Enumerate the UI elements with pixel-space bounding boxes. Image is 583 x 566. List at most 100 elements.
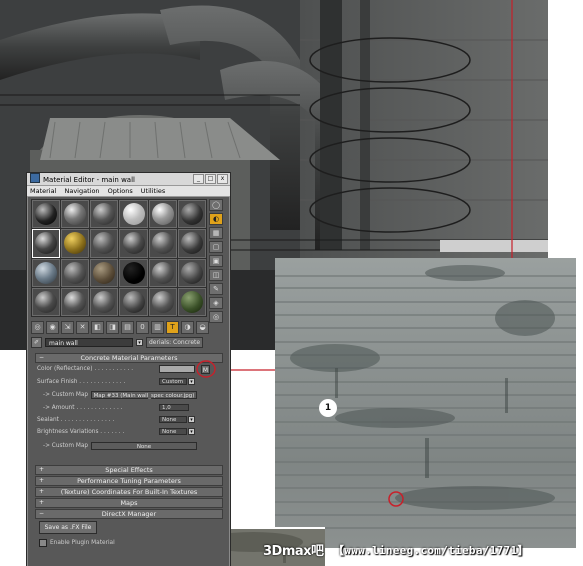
rollout-special-effects[interactable]: + Special Effects — [35, 465, 223, 475]
material-sphere — [35, 290, 58, 313]
rollout-title: Maps — [120, 499, 138, 507]
concrete-texture-art — [275, 258, 576, 548]
surface-finish-select[interactable]: Custom — [159, 378, 187, 385]
bottom-toolbar: ◎ ◉ ⇲ ✕ ◧ ◨ ▤ 0 ▥ T ◑ ◒ — [31, 320, 225, 334]
concrete-params-panel: Color (Reflectance) . . . . . . . . . . … — [35, 360, 221, 459]
material-slot[interactable] — [148, 287, 177, 316]
material-sphere — [122, 290, 145, 313]
rollout-title: (Texture) Coordinates For Built-In Textu… — [60, 488, 198, 496]
material-slot[interactable] — [61, 229, 90, 258]
material-sphere — [151, 261, 174, 284]
material-slot[interactable] — [90, 287, 119, 316]
custom-map-button[interactable]: Map #33 (Main wall_spec colour.jpg) — [91, 391, 197, 399]
material-name-dropdown-icon[interactable]: ▾ — [136, 339, 143, 346]
material-sphere — [35, 203, 58, 226]
get-material-icon[interactable]: ◎ — [31, 320, 44, 334]
material-slot[interactable] — [148, 200, 177, 229]
material-slot[interactable] — [61, 287, 90, 316]
sample-type-icon[interactable]: ◯ — [209, 199, 223, 211]
rollout-maps[interactable]: + Maps — [35, 498, 223, 508]
plugin-label: Enable Plugin Material — [50, 540, 115, 546]
put-material-icon[interactable]: ◉ — [46, 320, 59, 334]
rollout-title: Special Effects — [105, 466, 153, 474]
material-slot[interactable] — [119, 258, 148, 287]
assign-material-icon[interactable]: ⇲ — [61, 320, 74, 334]
material-id-icon[interactable]: 0 — [136, 320, 149, 334]
options-icon[interactable]: ✎ — [209, 283, 223, 295]
put-library-icon[interactable]: ▤ — [121, 320, 134, 334]
custom-map2-button[interactable]: None — [91, 442, 197, 450]
side-toolbar: ◯ ◐ ▦ ▢ ▣ ◫ ✎ ◈ ◎ — [209, 199, 223, 323]
material-type-button[interactable]: derials: Concrete — [146, 337, 204, 348]
sealant-label: Sealant . . . . . . . . . . . . . . . — [37, 417, 115, 423]
title-bar[interactable]: Material Editor - main wall _ □ x — [27, 173, 230, 186]
eyedropper-icon[interactable]: ✐ — [31, 337, 42, 348]
material-sphere — [93, 203, 116, 226]
menu-options[interactable]: Options — [108, 187, 133, 195]
backlight-icon[interactable]: ◐ — [209, 213, 223, 225]
material-sphere — [151, 232, 174, 255]
material-slot[interactable] — [32, 229, 61, 258]
material-sphere — [151, 203, 174, 226]
sealant-dropdown-icon[interactable]: ▾ — [188, 416, 195, 423]
video-check-icon[interactable]: ▣ — [209, 255, 223, 267]
material-slot[interactable] — [61, 200, 90, 229]
expand-icon: + — [39, 488, 45, 495]
uv-tiling-icon[interactable]: ▢ — [209, 241, 223, 253]
maximize-button[interactable]: □ — [205, 174, 216, 184]
go-to-parent-icon[interactable]: ◑ — [181, 320, 194, 334]
material-slot[interactable] — [177, 287, 206, 316]
reset-map-icon[interactable]: ✕ — [76, 320, 89, 334]
enable-plugin-row[interactable]: Enable Plugin Material — [39, 539, 115, 547]
go-forward-icon[interactable]: ◒ — [196, 320, 209, 334]
material-slot[interactable] — [148, 229, 177, 258]
material-slot[interactable] — [119, 287, 148, 316]
material-editor-window[interactable]: Material Editor - main wall _ □ x Materi… — [26, 172, 231, 566]
material-slot[interactable] — [90, 229, 119, 258]
plugin-checkbox[interactable] — [39, 539, 47, 547]
show-end-result-icon[interactable]: T — [166, 320, 179, 334]
rollout-directx[interactable]: − DirectX Manager — [35, 509, 223, 519]
material-slot[interactable] — [90, 258, 119, 287]
preview-icon[interactable]: ◫ — [209, 269, 223, 281]
material-slot[interactable] — [148, 258, 177, 287]
amount-label: -> Amount . . . . . . . . . . . . . — [43, 405, 123, 411]
rollout-title: DirectX Manager — [101, 510, 157, 518]
material-slot[interactable] — [90, 200, 119, 229]
material-sphere — [122, 203, 145, 226]
menu-navigation[interactable]: Navigation — [64, 187, 99, 195]
material-name-field[interactable]: main wall — [45, 338, 133, 347]
select-by-material-icon[interactable]: ◈ — [209, 297, 223, 309]
menu-material[interactable]: Material — [30, 187, 56, 195]
material-slot[interactable] — [177, 229, 206, 258]
material-sphere — [180, 232, 203, 255]
material-slot[interactable] — [32, 258, 61, 287]
show-map-icon[interactable]: ▥ — [151, 320, 164, 334]
brightness-select[interactable]: None — [159, 428, 187, 435]
expand-icon: + — [39, 477, 45, 484]
surface-finish-dropdown-icon[interactable]: ▾ — [188, 378, 195, 385]
material-slot[interactable] — [119, 229, 148, 258]
close-button[interactable]: x — [217, 174, 228, 184]
sealant-select[interactable]: None — [159, 416, 187, 423]
material-slot[interactable] — [61, 258, 90, 287]
copy-material-icon[interactable]: ◧ — [91, 320, 104, 334]
material-slot[interactable] — [32, 200, 61, 229]
material-slot[interactable] — [32, 287, 61, 316]
material-sphere — [64, 232, 87, 255]
make-unique-icon[interactable]: ◨ — [106, 320, 119, 334]
brightness-label: Brightness Variations . . . . . . . — [37, 429, 125, 435]
rollout-texture-coords[interactable]: + (Texture) Coordinates For Built-In Text… — [35, 487, 223, 497]
brightness-dropdown-icon[interactable]: ▾ — [188, 428, 195, 435]
save-fx-button[interactable]: Save as .FX File — [39, 521, 97, 534]
background-icon[interactable]: ▦ — [209, 227, 223, 239]
amount-spinner[interactable]: 1,0 — [159, 404, 189, 411]
material-slot[interactable] — [177, 200, 206, 229]
screenshot-stage: 1 Material Editor - main wall _ □ x Mate… — [0, 0, 583, 566]
minimize-button[interactable]: _ — [193, 174, 204, 184]
material-slot[interactable] — [177, 258, 206, 287]
color-swatch[interactable] — [159, 365, 195, 373]
material-slot[interactable] — [119, 200, 148, 229]
menu-utilities[interactable]: Utilities — [141, 187, 165, 195]
rollout-performance[interactable]: + Performance Tuning Parameters — [35, 476, 223, 486]
